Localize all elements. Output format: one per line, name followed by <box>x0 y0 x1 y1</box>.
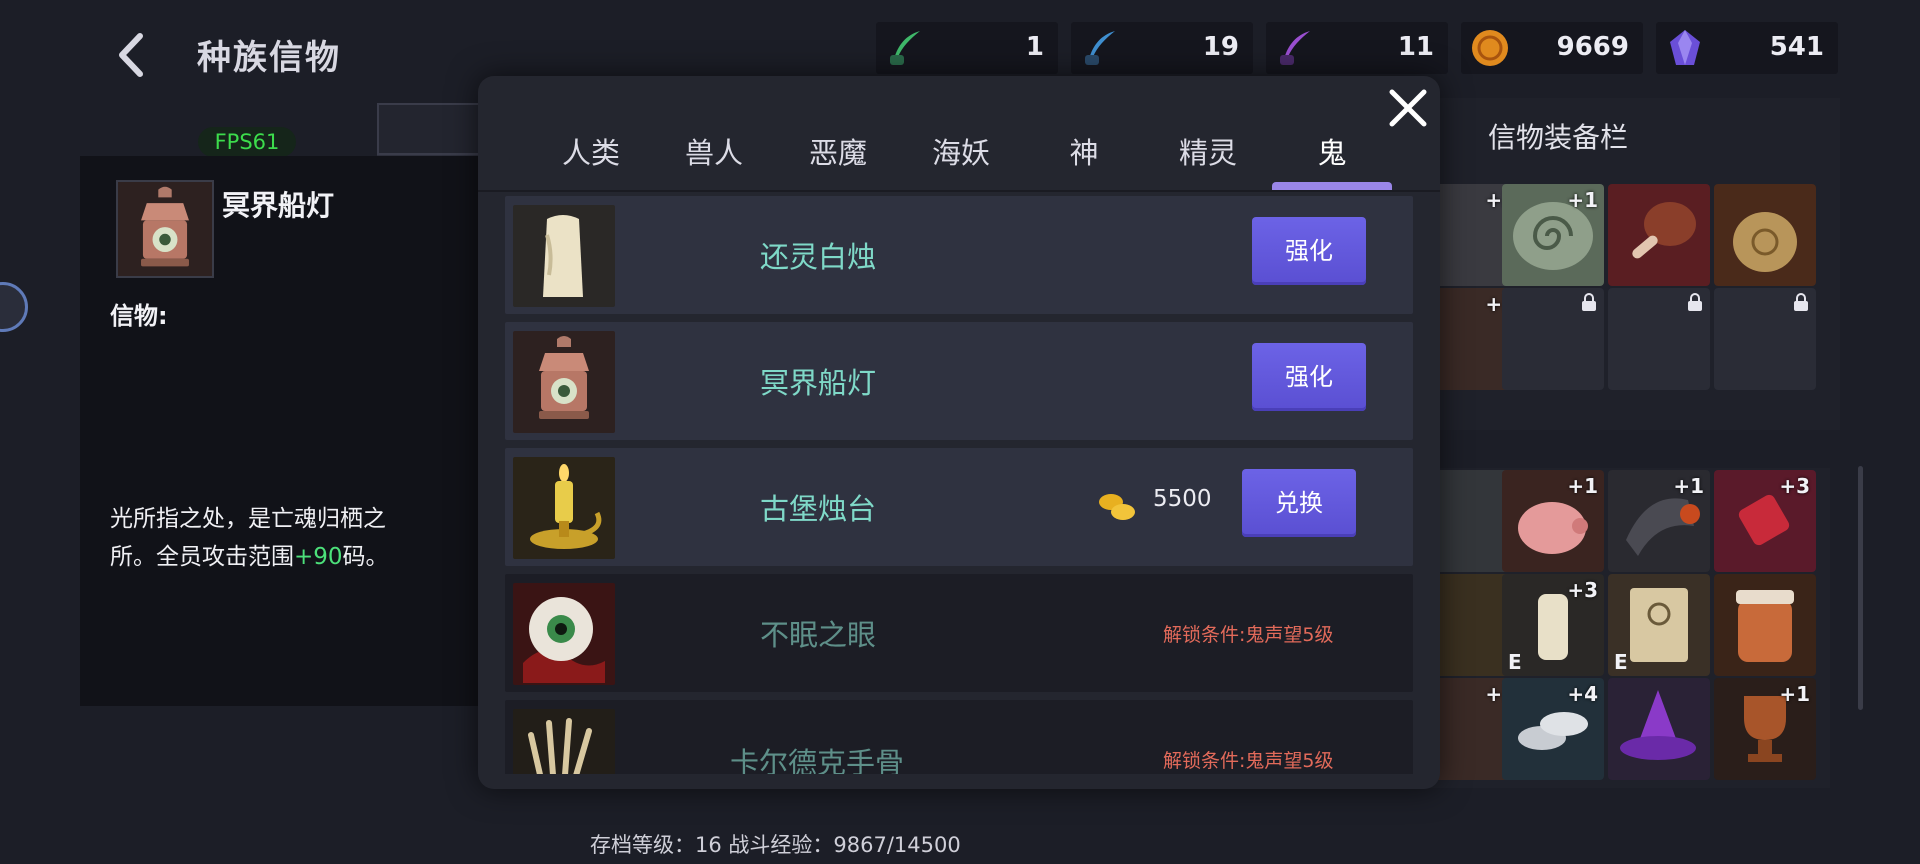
jam-jar-icon <box>1736 590 1794 662</box>
inventory-slot[interactable]: +3 <box>1714 470 1816 572</box>
tab-ghost[interactable]: 鬼 <box>1282 130 1382 172</box>
lock-icon <box>1794 293 1808 311</box>
equip-slot[interactable]: +1 <box>1502 184 1604 286</box>
enhance-button[interactable]: 强化 <box>1252 343 1366 411</box>
inventory-scrollbar[interactable] <box>1858 466 1863 710</box>
bone-hand-icon <box>513 709 615 774</box>
equip-slot-locked[interactable] <box>1608 288 1710 390</box>
meat-drumstick-icon <box>1632 202 1696 259</box>
ship-lantern-icon <box>118 182 212 276</box>
relic-thumbnail <box>116 180 214 278</box>
exchange-button[interactable]: 兑换 <box>1242 469 1356 537</box>
relic-name: 卡尔德克手骨 <box>730 746 905 774</box>
tab-orc[interactable]: 兽人 <box>664 130 764 172</box>
save-level-status: 存档等级：16 战斗经验：9867/14500 <box>590 833 961 857</box>
relic-desc-bonus: +90 <box>294 544 343 570</box>
inventory-slot[interactable]: E <box>1608 574 1710 676</box>
blue-feather-quill-icon <box>1085 31 1115 65</box>
tab-elf[interactable]: 精灵 <box>1158 130 1258 172</box>
chevron-left-icon <box>119 33 143 77</box>
list-item: 古堡烛台 5500 兑换 <box>505 448 1413 566</box>
active-tab-indicator <box>1272 182 1392 190</box>
resource-value: 541 <box>1769 32 1824 62</box>
inventory-slot[interactable] <box>1608 678 1710 780</box>
resource-green-quill: 1 <box>876 22 1058 74</box>
unlock-condition: 解锁条件:鬼声望5级 <box>1163 750 1334 772</box>
enhance-level: +1 <box>1779 682 1810 706</box>
tab-demon[interactable]: 恶魔 <box>788 130 888 172</box>
resource-value: 1 <box>1025 32 1044 62</box>
page-title: 种族信物 <box>197 38 341 78</box>
relic-label: 信物: <box>110 302 168 330</box>
gold-coin-icon <box>1472 30 1508 66</box>
purple-crystal-icon <box>1670 30 1700 65</box>
inventory-slot[interactable]: +3 E <box>1502 574 1604 676</box>
exchange-price: 5500 <box>1153 486 1212 512</box>
relic-name: 不眠之眼 <box>760 618 877 652</box>
lock-icon <box>1582 293 1596 311</box>
unlock-condition: 解锁条件:鬼声望5级 <box>1163 624 1334 646</box>
gold-coins-icon <box>1099 494 1135 520</box>
relic-detail-panel: 冥界船灯 信物: 光所指之处，是亡魂归栖之所。全员攻击范围+90码。 <box>80 156 480 706</box>
resource-value: 19 <box>1202 32 1239 62</box>
tab-human[interactable]: 人类 <box>541 130 641 172</box>
resource-purple-quill: 11 <box>1266 22 1448 74</box>
tab-siren[interactable]: 海妖 <box>911 130 1011 172</box>
back-button[interactable] <box>112 30 152 80</box>
candlestick-icon <box>513 457 615 559</box>
enhance-level: +1 <box>1567 188 1598 212</box>
relic-description: 光所指之处，是亡魂归栖之所。全员攻击范围+90码。 <box>110 500 410 576</box>
resource-blue-quill: 19 <box>1071 22 1253 74</box>
list-item: 冥界船灯 强化 <box>505 322 1413 440</box>
white-candle-icon <box>513 205 615 307</box>
enhance-level: +4 <box>1567 682 1598 706</box>
relic-name: 冥界船灯 <box>222 189 335 222</box>
relic-name: 古堡烛台 <box>760 492 877 526</box>
list-item: 卡尔德克手骨 解锁条件:鬼声望5级 <box>505 700 1413 774</box>
green-feather-quill-icon <box>890 31 920 65</box>
equipped-marker: E <box>1508 650 1522 674</box>
enhance-level: +1 <box>1673 474 1704 498</box>
equip-slot-locked[interactable] <box>1502 288 1604 390</box>
inventory-slot[interactable]: +1 <box>1502 470 1604 572</box>
enhance-level: +3 <box>1567 578 1598 602</box>
equip-slot[interactable] <box>1714 184 1816 286</box>
inventory-slot[interactable] <box>1714 574 1816 676</box>
relic-name: 还灵白烛 <box>760 240 877 274</box>
resource-value: 9669 <box>1556 32 1629 62</box>
list-item: 不眠之眼 解锁条件:鬼声望5级 <box>505 574 1413 692</box>
lock-icon <box>1688 293 1702 311</box>
grain-sack-icon <box>1733 212 1797 272</box>
enhance-button[interactable]: 强化 <box>1252 217 1366 285</box>
inventory-slot[interactable]: +4 <box>1502 678 1604 780</box>
purple-feather-quill-icon <box>1280 31 1310 65</box>
resource-value: 11 <box>1397 32 1434 62</box>
ship-lantern-icon <box>513 331 615 433</box>
equip-slot-locked[interactable] <box>1714 288 1816 390</box>
floating-assist-button[interactable] <box>0 282 28 332</box>
equipment-title: 信物装备栏 <box>1488 121 1629 154</box>
relic-name: 冥界船灯 <box>760 366 877 400</box>
equip-slot[interactable] <box>1608 184 1710 286</box>
list-item: 还灵白烛 强化 <box>505 196 1413 314</box>
inventory-slot[interactable]: +1 <box>1714 678 1816 780</box>
resource-gold: 9669 <box>1461 22 1643 74</box>
tab-god[interactable]: 神 <box>1034 130 1134 172</box>
inventory-slot[interactable]: +1 <box>1608 470 1710 572</box>
equipped-marker: E <box>1614 650 1628 674</box>
witch-hat-icon <box>1620 690 1696 760</box>
fps-counter: FPS61 <box>198 127 296 157</box>
resource-crystal: 541 <box>1656 22 1838 74</box>
relic-desc-text-end: 码。 <box>342 544 389 570</box>
enhance-level: +1 <box>1567 474 1598 498</box>
enhance-level: +3 <box>1779 474 1810 498</box>
eyeball-icon <box>513 583 615 685</box>
relic-list: 还灵白烛 强化 冥界船灯 强化 古堡烛台 5500 兑换 不眠之眼 解锁条件:鬼… <box>505 192 1417 774</box>
